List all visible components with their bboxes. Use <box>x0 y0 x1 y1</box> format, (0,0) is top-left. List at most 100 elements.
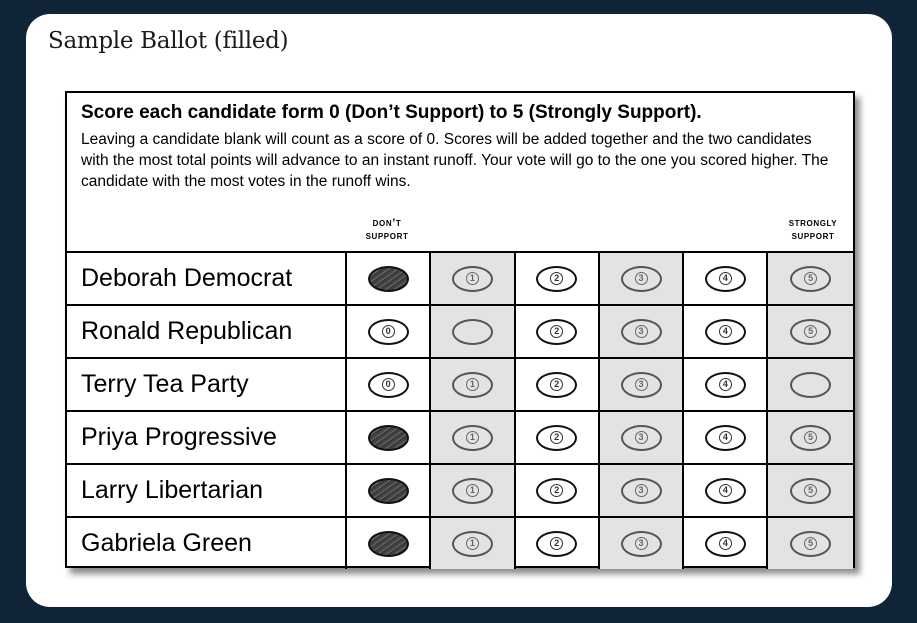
score-bubble-1[interactable]: 1 <box>451 265 493 292</box>
score-bubble-0[interactable]: 0 <box>367 318 409 345</box>
candidate-row: Priya Progressive 0 1 2 3 4 5 <box>67 412 853 465</box>
score-number: 3 <box>634 484 648 497</box>
score-number: 1 <box>465 378 479 391</box>
score-bubble-2[interactable]: 2 <box>536 265 578 292</box>
score-bubble-2[interactable]: 2 <box>536 371 578 398</box>
score-number: 5 <box>804 484 818 497</box>
score-number: 2 <box>550 325 564 338</box>
score-cell: 1 <box>431 253 516 304</box>
score-cell: 0 <box>347 412 432 463</box>
score-bubble-2[interactable]: 2 <box>536 424 578 451</box>
candidate-name: Deborah Democrat <box>67 253 347 304</box>
score-bubble-2[interactable]: 2 <box>536 477 578 504</box>
score-cell: 3 <box>599 253 685 304</box>
candidate-name: Ronald Republican <box>67 306 347 357</box>
score-cell: 2 <box>516 412 600 463</box>
score-cell: 5 <box>768 465 853 516</box>
score-number: 3 <box>634 537 648 550</box>
score-bubble-5[interactable]: 5 <box>790 424 832 451</box>
score-bubble-3[interactable]: 3 <box>620 371 662 398</box>
score-bubble-0[interactable]: 0 <box>367 371 409 398</box>
score-grid: Deborah Democrat 0 1 2 3 4 5 Ronald Republican 0… <box>67 251 853 569</box>
score-cell: 2 <box>516 518 600 569</box>
dont-support-line2: Support <box>365 230 409 242</box>
ballot-card: Sample Ballot (filled) Score each candid… <box>26 14 892 607</box>
score-bubble-4[interactable]: 4 <box>704 265 746 292</box>
score-bubble-5[interactable]: 5 <box>790 530 832 557</box>
score-number: 3 <box>634 431 648 444</box>
score-bubble-4[interactable]: 4 <box>704 530 746 557</box>
card-title: Sample Ballot (filled) <box>48 28 289 54</box>
score-bubble-1[interactable]: 1 <box>451 371 493 398</box>
score-bubble-1[interactable]: 1 <box>451 530 493 557</box>
score-bubble-4[interactable]: 4 <box>704 424 746 451</box>
score-cell: 4 <box>684 518 769 569</box>
score-cell: 0 <box>347 253 432 304</box>
instructions-block: Score each candidate form 0 (Don’t Suppo… <box>81 101 843 192</box>
candidate-name: Gabriela Green <box>67 518 347 569</box>
score-cell: 1 <box>431 359 516 410</box>
score-cell: 0 <box>347 359 432 410</box>
score-cell: 3 <box>599 465 685 516</box>
score-number: 0 <box>381 378 395 391</box>
score-number: 0 <box>381 325 395 338</box>
score-bubble-2[interactable]: 2 <box>536 318 578 345</box>
score-number: 5 <box>804 325 818 338</box>
score-number: 4 <box>718 537 732 550</box>
dont-support-label: Don’t Support <box>350 217 424 243</box>
score-cell: 5 <box>768 253 853 304</box>
score-number: 3 <box>634 378 648 391</box>
score-bubble-3[interactable]: 3 <box>620 424 662 451</box>
score-bubble-4[interactable]: 4 <box>704 477 746 504</box>
candidate-row: Gabriela Green 0 1 2 3 4 5 <box>67 518 853 569</box>
score-bubble-1[interactable]: 1 <box>451 424 493 451</box>
score-cell: 0 <box>347 518 432 569</box>
score-number: 2 <box>550 537 564 550</box>
score-bubble-5[interactable]: 5 <box>790 265 832 292</box>
score-number: 1 <box>465 484 479 497</box>
score-number: 4 <box>718 484 732 497</box>
score-number: 4 <box>718 325 732 338</box>
score-cell: 3 <box>599 359 685 410</box>
score-cell: 2 <box>516 465 600 516</box>
score-cell: 5 <box>768 412 853 463</box>
score-number: 1 <box>465 431 479 444</box>
score-bubble-1[interactable]: 1 <box>451 477 493 504</box>
score-cell: 5 <box>768 518 853 569</box>
candidate-row: Ronald Republican 0 1 2 3 4 5 <box>67 306 853 359</box>
candidate-row: Deborah Democrat 0 1 2 3 4 5 <box>67 253 853 306</box>
score-bubble-1[interactable]: 1 <box>451 318 493 345</box>
score-cell: 4 <box>684 359 769 410</box>
score-bubble-3[interactable]: 3 <box>620 530 662 557</box>
score-bubble-3[interactable]: 3 <box>620 318 662 345</box>
score-number: 4 <box>718 431 732 444</box>
score-number: 2 <box>550 431 564 444</box>
score-bubble-0[interactable]: 0 <box>367 477 409 504</box>
score-number: 2 <box>550 484 564 497</box>
score-bubble-2[interactable]: 2 <box>536 530 578 557</box>
score-bubble-3[interactable]: 3 <box>620 265 662 292</box>
score-cell: 4 <box>684 412 769 463</box>
score-number: 5 <box>804 431 818 444</box>
score-number: 1 <box>465 537 479 550</box>
score-bubble-0[interactable]: 0 <box>367 265 409 292</box>
score-cell: 0 <box>347 306 432 357</box>
score-bubble-5[interactable]: 5 <box>790 318 832 345</box>
dont-support-line1: Don’t <box>372 217 402 229</box>
score-bubble-5[interactable]: 5 <box>790 371 832 398</box>
score-cell: 1 <box>431 518 516 569</box>
score-bubble-0[interactable]: 0 <box>367 424 409 451</box>
score-cell: 4 <box>684 253 769 304</box>
score-bubble-5[interactable]: 5 <box>790 477 832 504</box>
score-bubble-3[interactable]: 3 <box>620 477 662 504</box>
candidate-name: Priya Progressive <box>67 412 347 463</box>
score-cell: 3 <box>599 412 685 463</box>
score-cell: 1 <box>431 412 516 463</box>
candidate-name: Larry Libertarian <box>67 465 347 516</box>
score-cell: 0 <box>347 465 432 516</box>
candidate-name: Terry Tea Party <box>67 359 347 410</box>
score-bubble-4[interactable]: 4 <box>704 318 746 345</box>
score-bubble-0[interactable]: 0 <box>367 530 409 557</box>
score-bubble-4[interactable]: 4 <box>704 371 746 398</box>
score-cell: 2 <box>516 306 600 357</box>
